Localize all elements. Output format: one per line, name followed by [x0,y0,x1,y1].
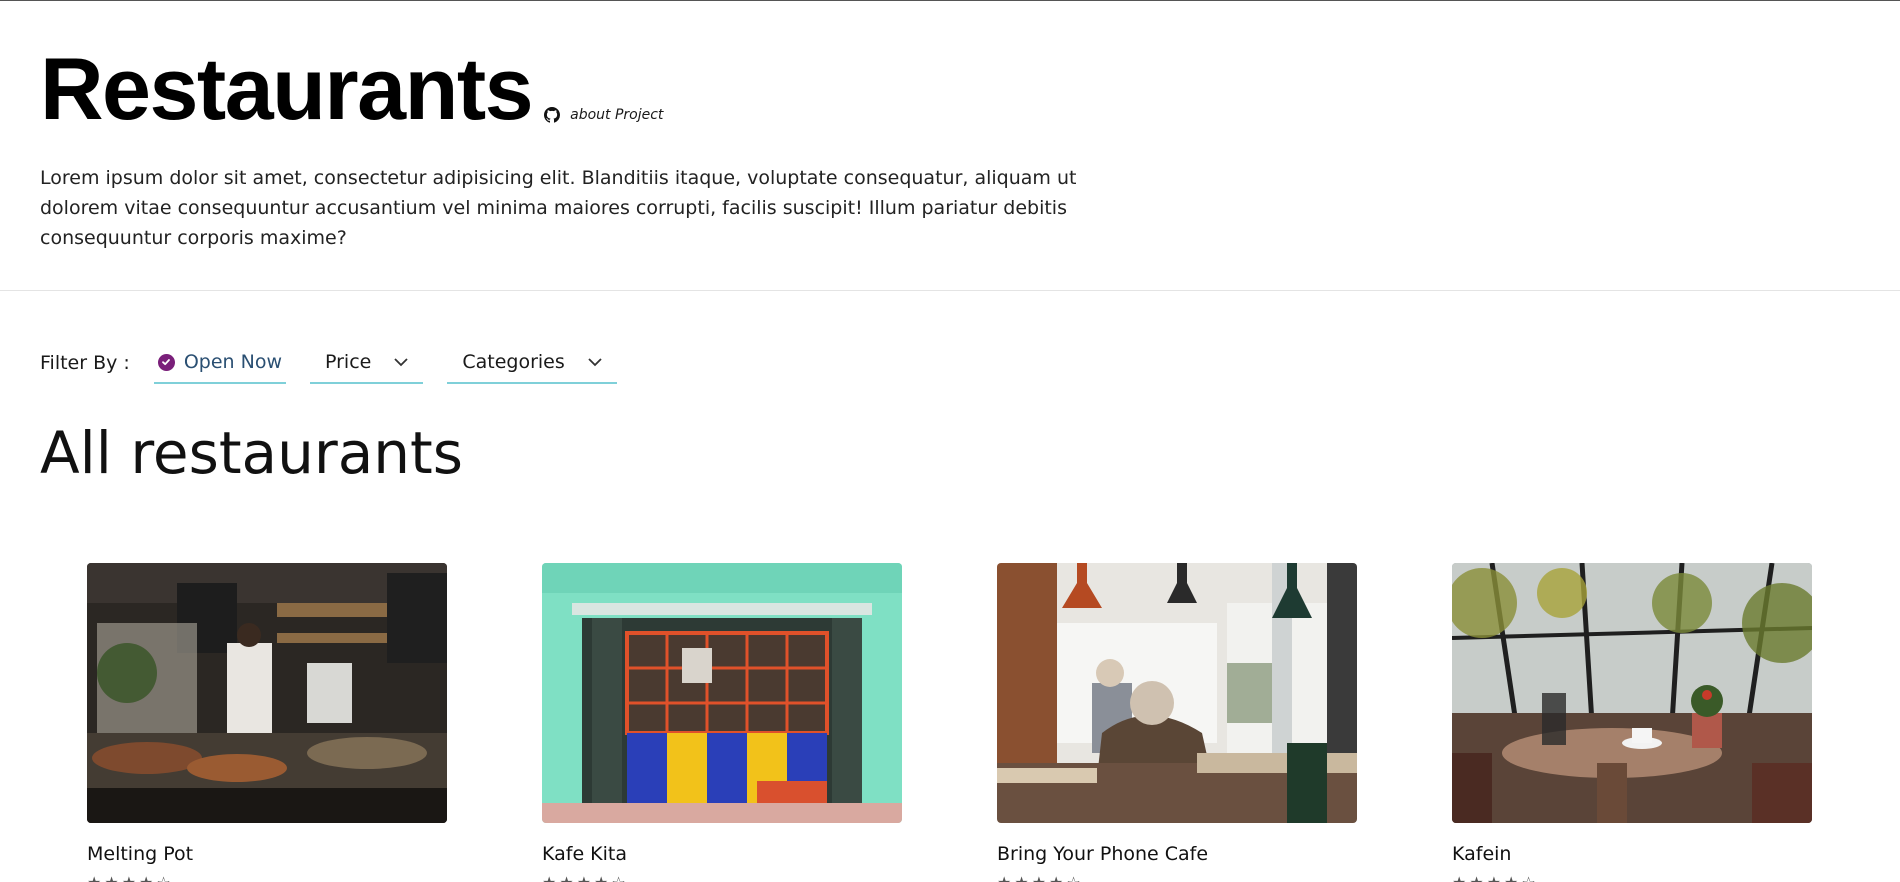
restaurant-name: Kafe Kita [542,843,628,865]
page-description: Lorem ipsum dolor sit amet, consectetur … [40,167,1077,249]
page-title: Restaurants [40,39,534,138]
price-label: Price [325,351,372,373]
restaurant-name: Kafein [1452,843,1512,865]
categories-dropdown[interactable]: Categories [447,342,617,384]
chevron-down-icon [588,358,602,367]
rating-stars: ★★★★☆ [87,873,447,882]
restaurant-photo [542,563,902,823]
check-circle-icon [157,353,175,371]
restaurant-card[interactable]: Bring Your Phone Cafe ★★★★☆ [997,563,1357,882]
about-project-label: about Project [570,107,664,123]
restaurant-card[interactable]: Melting Pot ★★★★☆ [87,563,447,882]
rating-stars: ★★★★☆ [997,873,1357,882]
open-now-filter[interactable]: Open Now [153,342,286,384]
filter-label: Filter By : [40,352,130,374]
open-now-label: Open Now [183,351,282,373]
rating-stars: ★★★★☆ [1452,873,1812,882]
github-icon [544,107,561,123]
restaurant-name: Bring Your Phone Cafe [997,843,1209,865]
restaurant-photo [997,563,1357,823]
chevron-down-icon [394,358,408,367]
page-header: Restaurants about Project Lorem ipsum do… [0,1,1900,291]
section-title: All restaurants [40,419,463,487]
rating-stars: ★★★★☆ [542,873,902,882]
title-row: Restaurants about Project [40,41,663,137]
about-project-link[interactable]: about Project [544,107,663,123]
restaurant-name: Melting Pot [87,843,194,865]
restaurant-card[interactable]: Kafe Kita ★★★★☆ [542,563,902,882]
categories-label: Categories [462,351,565,373]
restaurant-card[interactable]: Kafein ★★★★☆ [1452,563,1812,882]
filter-bar: Filter By : Open Now Price Categories [40,342,641,384]
restaurant-photo [1452,563,1812,823]
restaurant-photo [87,563,447,823]
price-dropdown[interactable]: Price [310,342,424,384]
